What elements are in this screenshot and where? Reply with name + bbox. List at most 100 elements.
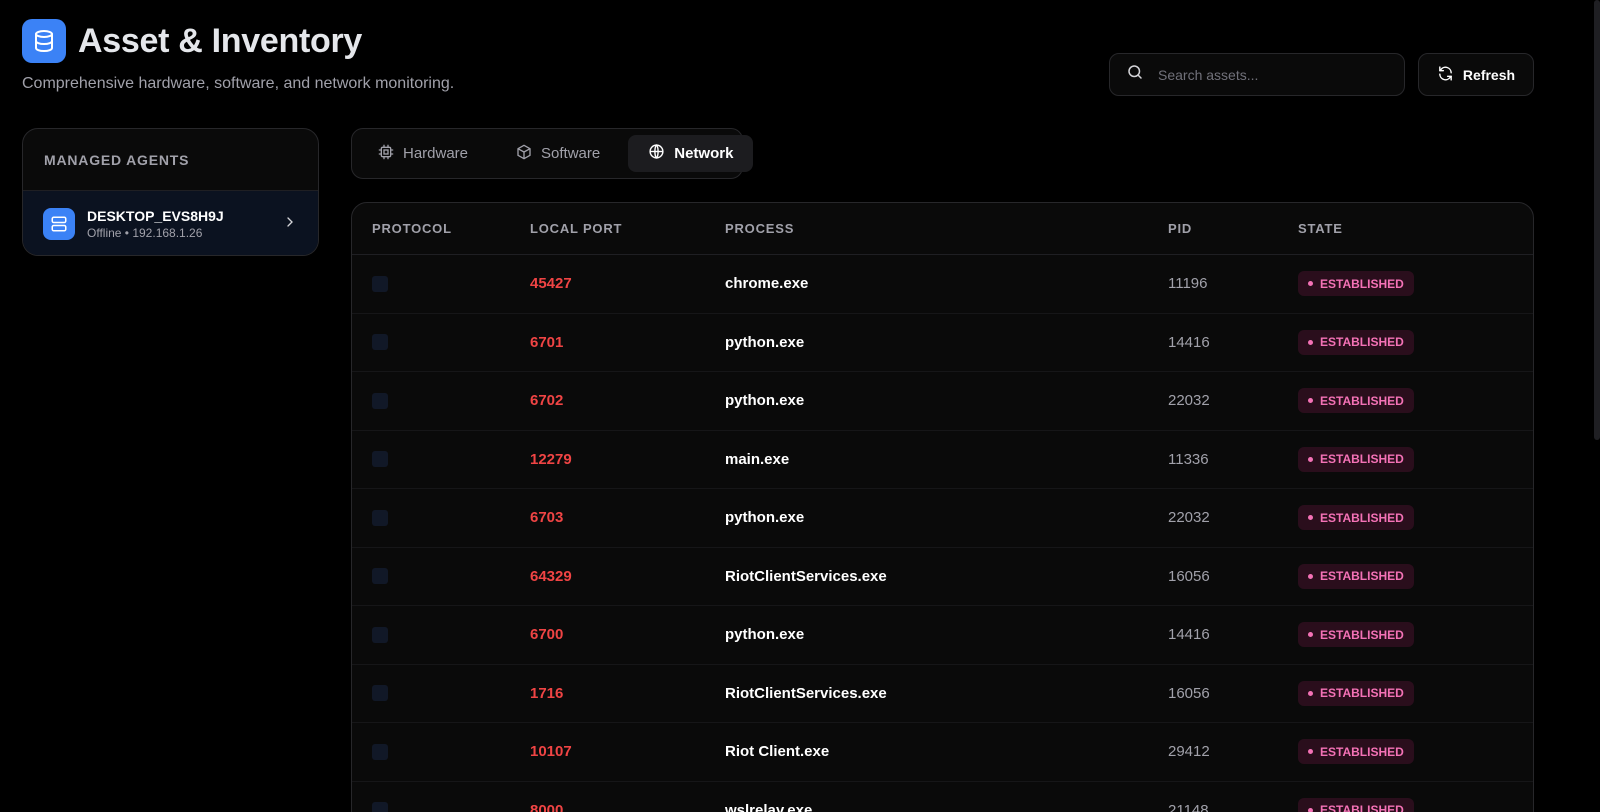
table-row[interactable]: 6703 python.exe 22032 ESTABLISHED [352,489,1533,548]
protocol-placeholder [372,509,388,526]
protocol-cell [352,275,530,292]
process-cell: RiotClientServices.exe [725,684,887,702]
chevron-right-icon [282,214,298,235]
status-label: ESTABLISHED [1320,510,1404,525]
state-cell: ESTABLISHED [1298,446,1533,472]
agent-item[interactable]: DESKTOP_EVS8H9J Offline • 192.168.1.26 [23,191,318,255]
local-port-cell: 64329 [530,567,572,585]
state-cell: ESTABLISHED [1298,329,1533,355]
local-port-cell: 10107 [530,743,572,761]
pid-cell: 22032 [1168,392,1210,410]
table-row[interactable]: 12279 main.exe 11336 ESTABLISHED [352,431,1533,489]
protocol-placeholder [372,685,388,702]
status-dot [1308,515,1313,521]
tab-network[interactable]: Network [628,135,754,172]
tab-hardware-label: Hardware [403,145,469,162]
package-icon [516,144,532,164]
protocol-placeholder [372,392,388,409]
status-label: ESTABLISHED [1320,335,1404,350]
status-badge: ESTABLISHED [1298,563,1414,589]
column-state[interactable]: STATE [1298,221,1533,236]
status-badge: ESTABLISHED [1298,739,1414,765]
table-row[interactable]: 1716 RiotClientServices.exe 16056 ESTABLISH… [352,665,1533,723]
table-row[interactable]: 8000 wslrelay.exe 21148 ESTABLISHED [352,782,1533,812]
protocol-placeholder [372,275,388,292]
local-port-cell: 6701 [530,333,564,351]
column-process[interactable]: PROCESS [725,221,1168,236]
status-badge: ESTABLISHED [1298,446,1414,472]
database-icon [22,19,66,63]
column-protocol[interactable]: PROTOCOL [352,221,530,236]
tab-software[interactable]: Software [496,135,620,172]
protocol-cell [352,451,530,468]
protocol-cell [352,802,530,812]
pid-cell: 14416 [1168,626,1210,644]
agent-text: DESKTOP_EVS8H9J Offline • 192.168.1.26 [87,208,282,240]
local-port-cell: 8000 [530,801,564,812]
refresh-icon [1437,65,1454,85]
status-label: ESTABLISHED [1320,627,1404,642]
tab-hardware[interactable]: Hardware [358,135,488,172]
search-box[interactable] [1109,53,1405,96]
local-port-cell: 6703 [530,509,564,527]
protocol-cell [352,626,530,643]
table-row[interactable]: 6701 python.exe 14416 ESTABLISHED [352,314,1533,372]
table-header: PROTOCOL LOCAL PORT PROCESS PID STATE [352,203,1533,255]
protocol-placeholder [372,802,388,812]
globe-icon [648,143,665,164]
status-label: ESTABLISHED [1320,569,1404,584]
protocol-cell [352,743,530,760]
search-icon [1126,63,1144,86]
status-label: ESTABLISHED [1320,803,1404,812]
state-cell: ESTABLISHED [1298,680,1533,706]
table-row[interactable]: 10107 Riot Client.exe 29412 ESTABLISHED [352,723,1533,782]
page-subtitle: Comprehensive hardware, software, and ne… [22,75,455,92]
status-label: ESTABLISHED [1320,276,1404,291]
status-label: ESTABLISHED [1320,686,1404,701]
process-cell: wslrelay.exe [725,801,813,812]
state-cell: ESTABLISHED [1298,563,1533,589]
status-label: ESTABLISHED [1320,744,1404,759]
table-row[interactable]: 45427 chrome.exe 11196 ESTABLISHED [352,255,1533,314]
pid-cell: 16056 [1168,567,1210,585]
column-pid[interactable]: PID [1168,221,1298,236]
status-badge: ESTABLISHED [1298,622,1414,648]
agents-heading: MANAGED AGENTS [23,129,318,191]
table-row[interactable]: 6702 python.exe 22032 ESTABLISHED [352,372,1533,431]
pid-cell: 29412 [1168,743,1210,761]
local-port-cell: 1716 [530,684,564,702]
tab-software-label: Software [541,145,601,162]
status-badge: ESTABLISHED [1298,505,1414,531]
process-cell: RiotClientServices.exe [725,567,887,585]
process-cell: Riot Client.exe [725,743,830,761]
state-cell: ESTABLISHED [1298,797,1533,812]
status-dot [1308,807,1313,812]
page-title: Asset & Inventory [78,21,362,60]
cpu-icon [378,144,394,164]
protocol-placeholder [372,743,388,760]
protocol-placeholder [372,334,388,351]
pid-cell: 21148 [1168,801,1209,812]
local-port-cell: 12279 [530,450,572,468]
process-cell: python.exe [725,626,805,644]
status-dot [1308,398,1313,404]
page-scrollbar[interactable] [1594,0,1600,440]
protocol-cell [352,685,530,702]
refresh-button[interactable]: Refresh [1418,53,1534,96]
server-icon [43,208,75,240]
table-row[interactable]: 64329 RiotClientServices.exe 16056 ESTABLIS… [352,548,1533,606]
status-dot [1308,339,1313,345]
state-cell: ESTABLISHED [1298,271,1533,297]
pid-cell: 14416 [1168,333,1210,351]
search-input[interactable] [1158,66,1378,83]
page-header: Asset & Inventory Comprehensive hardware… [22,19,454,93]
protocol-cell [352,334,530,351]
column-local-port[interactable]: LOCAL PORT [530,221,725,236]
pid-cell: 11196 [1168,275,1208,293]
pid-cell: 22032 [1168,509,1210,527]
state-cell: ESTABLISHED [1298,388,1533,414]
status-badge: ESTABLISHED [1298,271,1414,297]
table-row[interactable]: 6700 python.exe 14416 ESTABLISHED [352,606,1533,665]
status-badge: ESTABLISHED [1298,329,1414,355]
asset-tabs: Hardware Software Network [351,128,754,179]
